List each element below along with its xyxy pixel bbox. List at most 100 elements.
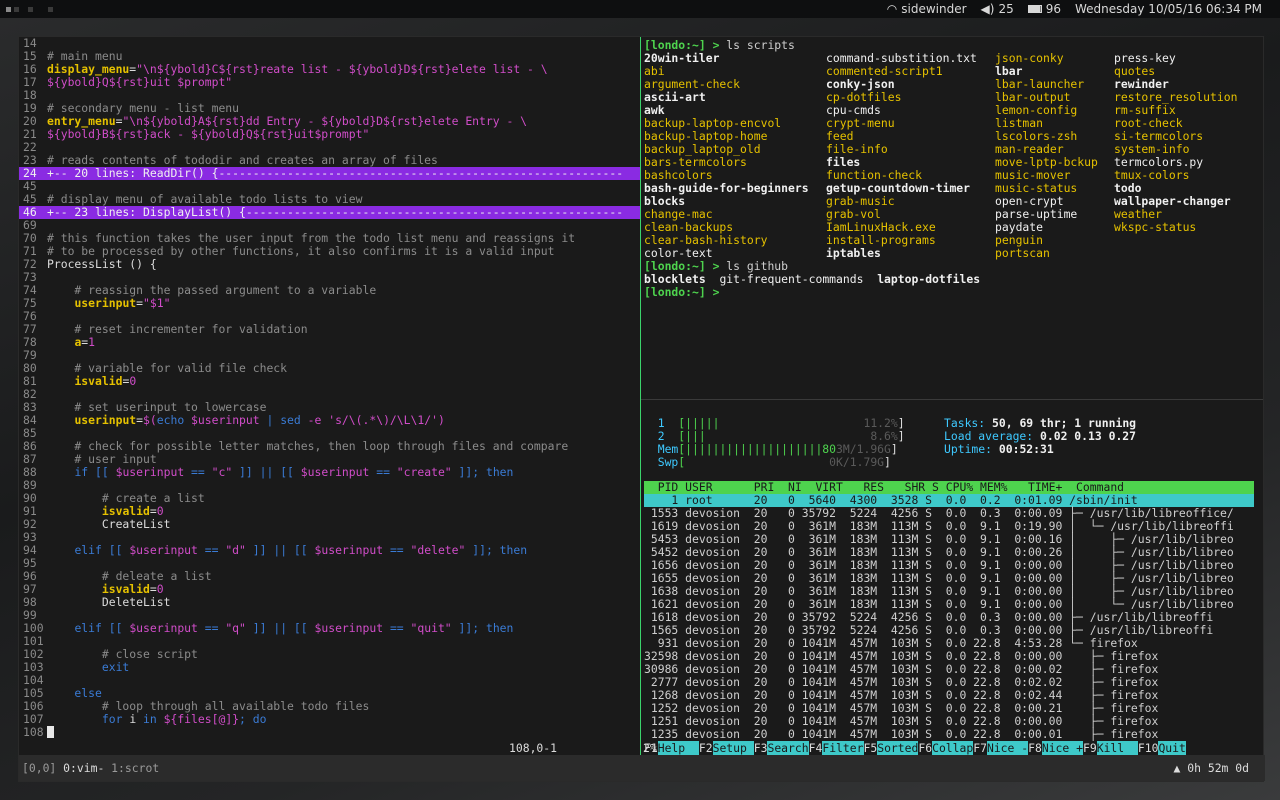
vim-code-line[interactable]: 77 # reset incrementer for validation xyxy=(19,323,640,336)
workspace-indicator-1[interactable] xyxy=(6,7,11,12)
function-key[interactable]: F1 xyxy=(644,741,658,755)
code-text: else xyxy=(47,686,102,700)
function-key[interactable]: F6 xyxy=(918,741,932,755)
battery-icon xyxy=(1027,5,1042,13)
ls-entry: music-mover xyxy=(995,169,1071,182)
workspace-indicator-4[interactable] xyxy=(48,7,53,12)
code-text: userinput="$1" xyxy=(74,296,171,310)
volume-value: 25 xyxy=(998,2,1014,16)
wifi-icon: ◠ xyxy=(886,2,898,16)
tmux-window-scrot[interactable]: 1:scrot xyxy=(111,761,159,775)
function-key-label[interactable]: Search xyxy=(767,741,809,755)
function-key-label[interactable]: Help xyxy=(657,741,699,755)
ls-entry: rewinder xyxy=(1114,78,1169,91)
code-text: isvalid=0 xyxy=(74,374,137,388)
vim-code-line[interactable]: 21 ${ybold}B${rst}ack - ${ybold}Q${rst}ui… xyxy=(19,128,640,141)
code-text: # to be processed by other functions, it… xyxy=(47,244,555,258)
workspace-indicator-3[interactable] xyxy=(28,7,33,12)
ls-entry: lbar xyxy=(995,65,1023,78)
code-text: elif [[ $userinput == "q" ]] || [[ $user… xyxy=(74,621,514,635)
function-key-label[interactable]: Nice + xyxy=(1041,741,1083,755)
process-row[interactable]: 1235 devosion 20 0 1041M 457M 103M S 0.0… xyxy=(644,728,1254,741)
ls-entry: iptables xyxy=(826,247,881,260)
ls-entry: grab-music xyxy=(826,195,895,208)
vim-code-line[interactable]: 88 if [[ $userinput == "c" ]] || [[ $use… xyxy=(19,466,640,479)
function-key[interactable]: F9 xyxy=(1083,741,1097,755)
vim-code-line[interactable]: 108 xyxy=(19,726,640,739)
vim-code-line[interactable]: 72 ProcessList () { xyxy=(19,258,640,271)
ls-entry: function-check xyxy=(826,169,923,182)
vim-code-line[interactable]: 98 DeleteList xyxy=(19,596,640,609)
ls-entry: system-info xyxy=(1114,143,1190,156)
function-key-label[interactable]: Sorted xyxy=(877,741,919,755)
vim-code-line[interactable]: 92 CreateList xyxy=(19,518,640,531)
ls-entry: getup-countdown-timer xyxy=(826,182,971,195)
vim-code-line[interactable]: 17 ${ybold}Q${rst}uit $prompt" xyxy=(19,76,640,89)
workspace-indicator-2[interactable] xyxy=(14,7,19,12)
function-key-label[interactable]: Quit xyxy=(1158,741,1186,755)
ls-entry: termcolors.py xyxy=(1114,156,1204,169)
htop-stats: Tasks: 50, 69 thr; 1 running Load averag… xyxy=(944,417,1254,456)
code-text: DeleteList xyxy=(47,595,171,609)
code-text: # main menu xyxy=(47,49,123,63)
vim-code-line[interactable]: 100 elif [[ $userinput == "q" ]] || [[ $… xyxy=(19,622,640,635)
ls-entry: argument-check xyxy=(644,78,741,91)
status-area: ◠ sidewinder ◀) 25 96 Wednesday 10/05/16 0… xyxy=(887,2,1262,16)
ls-entry: bash-guide-for-beginners xyxy=(644,182,809,195)
ls-entry: root-check xyxy=(1114,117,1183,130)
shell-pane[interactable]: [londo:~] > ls scripts 20win-tiler comman… xyxy=(644,39,1264,399)
function-key-label[interactable]: Setup xyxy=(712,741,754,755)
ls-entry: json-conky xyxy=(995,52,1064,65)
function-key[interactable]: F2 xyxy=(699,741,713,755)
function-key[interactable]: F10 xyxy=(1138,741,1159,755)
function-key[interactable]: F5 xyxy=(864,741,878,755)
vim-code-line[interactable]: 104 xyxy=(19,674,640,687)
function-key-label[interactable]: Kill xyxy=(1096,741,1138,755)
vim-code-line[interactable]: 107 for i in ${files[@]}; do xyxy=(19,713,640,726)
ls-entry: change-mac xyxy=(644,208,713,221)
vim-cursor-position: 108,0-1 xyxy=(509,741,558,755)
code-text: # secondary menu - list menu xyxy=(47,101,240,115)
code-text: ProcessList () { xyxy=(47,257,157,271)
code-text: # loop through all available todo files xyxy=(47,699,370,713)
shell-command-line[interactable]: [londo:~] > xyxy=(644,286,1264,299)
function-key[interactable]: F7 xyxy=(973,741,987,755)
ls-entry: ascii-art xyxy=(644,91,706,104)
tmux-window-vim[interactable]: 0:vim- xyxy=(63,761,104,775)
function-key[interactable]: F4 xyxy=(809,741,823,755)
vim-code-line[interactable]: 84 userinput=$(echo $userinput | sed -e … xyxy=(19,414,640,427)
volume-status: ◀) 25 xyxy=(981,2,1014,16)
shell-command: ls scripts xyxy=(726,39,795,52)
code-text: # reassign the passed argument to a vari… xyxy=(47,283,377,297)
code-text: +-- 20 lines: ReadDir() {---------------… xyxy=(47,166,624,180)
shell-command: ls github xyxy=(726,259,789,273)
vim-fold-line[interactable]: 24 +-- 20 lines: ReadDir() {-------------… xyxy=(19,167,640,180)
vim-code-line[interactable]: 75 userinput="$1" xyxy=(19,297,640,310)
ls-entry: listman xyxy=(995,117,1044,130)
ls-entry: portscan xyxy=(995,247,1050,260)
terminal-window[interactable]: 14 15 # main menu 16 display_menu="\n${ybold… xyxy=(18,36,1265,782)
code-text: display_menu="\n${ybold}C${rst}reate lis… xyxy=(47,62,548,76)
ls-entry: install-programs xyxy=(826,234,936,247)
ls-entry: grab-vol xyxy=(826,208,881,221)
function-key[interactable]: F8 xyxy=(1028,741,1042,755)
code-text: # reads contents of tododir and creates … xyxy=(47,153,438,167)
vim-code-line[interactable]: 103 exit xyxy=(19,661,640,674)
function-key-label[interactable]: Filter xyxy=(822,741,864,755)
vim-code-line[interactable]: 81 isvalid=0 xyxy=(19,375,640,388)
ls-entry: awk xyxy=(644,104,665,117)
vim-pane[interactable]: 14 15 # main menu 16 display_menu="\n${ybold… xyxy=(19,37,640,760)
pane-divider-horizontal[interactable] xyxy=(641,399,1263,400)
code-text: +-- 23 lines: DisplayList() {-----------… xyxy=(47,205,624,219)
function-key[interactable]: F3 xyxy=(754,741,768,755)
vim-code-line[interactable]: 78 a=1 xyxy=(19,336,640,349)
tmux-session: [0,0] xyxy=(22,761,57,775)
vim-fold-line[interactable]: 46 +-- 23 lines: DisplayList() {---------… xyxy=(19,206,640,219)
function-key-label[interactable]: Nice - xyxy=(986,741,1029,755)
vim-code-line[interactable]: 94 elif [[ $userinput == "d" ]] || [[ $u… xyxy=(19,544,640,557)
function-key-label[interactable]: Collap xyxy=(932,741,974,755)
ls-output: 20win-tiler command-substition.txt json-co… xyxy=(644,52,1264,260)
speaker-icon: ◀) xyxy=(980,2,995,16)
htop-process-list[interactable]: 1 root 20 0 5640 4300 3528 S 0.0 0.2 0:0… xyxy=(644,494,1254,741)
htop-pane[interactable]: 1 [||||| 11.2%] 2 [||| 8.6%] Mem[|||||||… xyxy=(644,417,1264,760)
